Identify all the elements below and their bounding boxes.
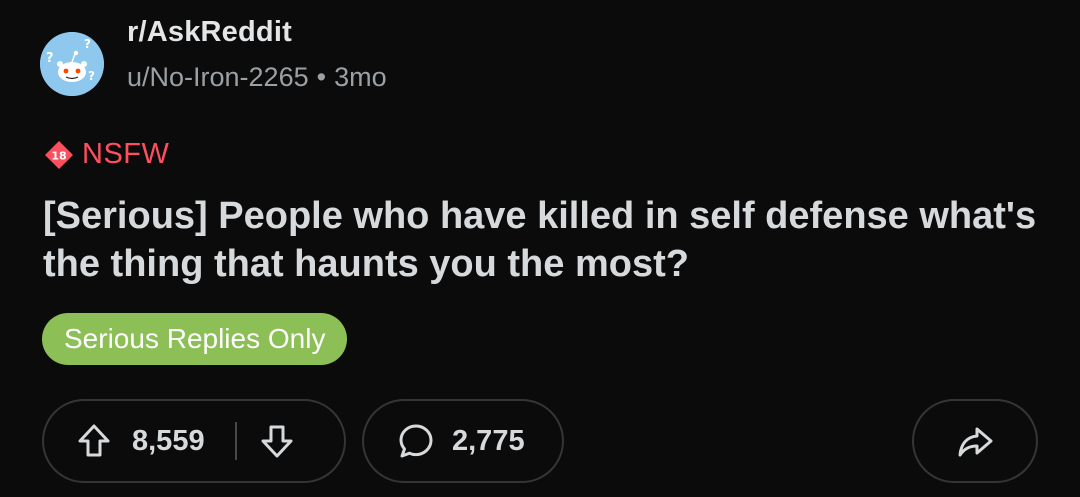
upvote-arrow-icon[interactable] [72,419,116,463]
nsfw-18-badge-icon: 18 [44,140,74,170]
post-flair[interactable]: Serious Replies Only [42,313,348,365]
post-title[interactable]: [Serious] People who have killed in self… [43,192,1043,288]
vote-bar: 8,559 [42,399,346,483]
nsfw-label: NSFW [82,138,170,170]
comment-count: 2,775 [452,424,525,457]
post-meta: u/No-Iron-2265 • 3mo [127,62,387,93]
comments-button[interactable]: 2,775 [362,399,564,483]
nsfw-tag: 18 NSFW [44,138,169,171]
downvote-arrow-icon[interactable] [255,419,299,463]
svg-text:?: ? [46,51,54,66]
author-link[interactable]: u/No-Iron-2265 [127,62,309,92]
nsfw-badge-text: 18 [51,149,66,162]
svg-text:?: ? [84,37,91,51]
comment-bubble-icon [394,419,438,463]
svg-text:?: ? [88,69,95,83]
vote-count: 8,559 [132,424,205,457]
post-age: 3mo [334,62,387,92]
subreddit-name[interactable]: r/AskReddit [127,16,292,49]
vote-divider [234,422,237,460]
share-button[interactable] [912,399,1038,483]
meta-separator: • [316,62,327,92]
post-card: ? ? ? r/AskReddit u/No-Iron-2265 • 3mo 18 … [0,0,1080,497]
askreddit-snoo-icon[interactable]: ? ? ? [40,32,104,96]
share-arrow-icon [953,419,997,463]
